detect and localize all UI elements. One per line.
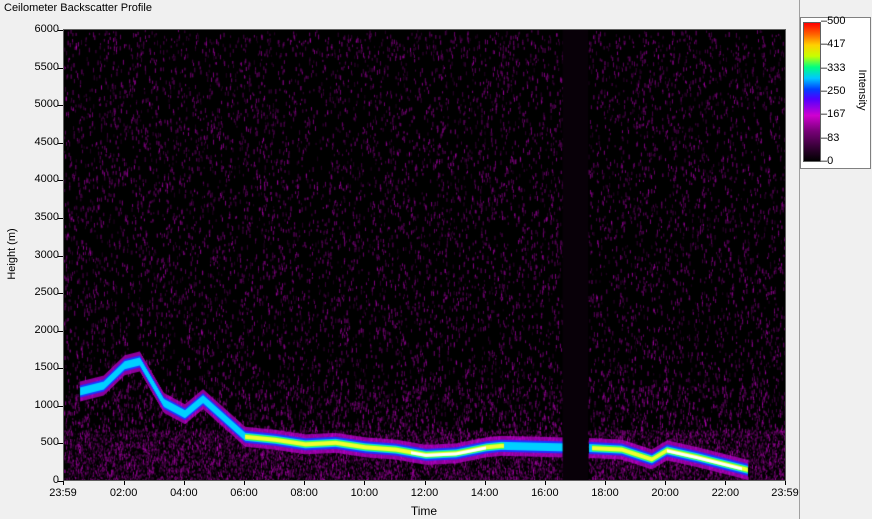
x-tick-label: 23:59 [49,487,77,499]
colorbar-tick-label: –500 [821,15,846,27]
colorbar-tick-label: –250 [821,85,846,97]
y-tick-label: 2000 [34,323,59,336]
x-tick-label: 18:00 [591,487,619,499]
y-tick-label: 3500 [34,210,59,223]
y-tick-label: 6000 [34,23,59,35]
y-tick-mark [58,330,63,332]
y-tick-mark [58,255,63,257]
x-tick-mark [244,481,245,485]
x-tick-mark [785,481,786,485]
y-tick-label: 4500 [34,135,59,148]
colorbar-tick-label: –167 [821,108,846,121]
x-tick-mark [364,481,366,485]
y-tick-label: 2500 [34,286,59,299]
x-tick-label: 06:00 [230,487,258,499]
y-tick-mark [58,142,63,144]
x-tick-mark [183,481,185,485]
x-tick-mark [605,481,606,485]
y-axis-label: Height (m) [6,228,18,280]
colorbar [803,22,821,162]
x-tick-label: 04:00 [170,487,198,499]
y-tick-label: 3000 [34,248,59,261]
x-axis-label: Time [410,504,438,518]
y-tick-mark [58,217,63,219]
y-tick-mark [58,443,63,445]
colorbar-tick-label: –417 [821,38,846,51]
chart-title: Ceilometer Backscatter Profile [4,2,152,14]
colorbar-tick-label: –0 [821,155,834,167]
y-tick-label: 500 [40,436,59,449]
x-tick-mark [63,481,64,485]
x-tick-label: 02:00 [109,487,138,499]
colorbar-tick-label: –333 [821,61,846,74]
colorbar-tick-label: –83 [821,131,840,144]
x-tick-label: 10:00 [350,487,379,499]
x-tick-mark [665,481,667,485]
y-tick-label: 0 [52,474,59,486]
plot-area[interactable] [63,29,786,481]
backscatter-heatmap [64,30,785,480]
y-tick-mark [58,405,63,407]
x-tick-label: 08:00 [290,487,318,499]
x-tick-mark [544,481,546,485]
x-tick-label: 16:00 [531,487,559,499]
x-tick-label: 22:00 [711,487,740,499]
y-tick-mark [58,180,63,182]
y-tick-label: 1500 [34,361,59,374]
x-tick-mark [304,481,306,485]
x-tick-mark [725,481,727,485]
x-tick-label: 12:00 [410,487,439,499]
y-tick-label: 5000 [34,98,59,111]
x-tick-label: 14:00 [470,487,499,499]
y-tick-mark [58,293,63,295]
y-tick-label: 4000 [34,173,59,186]
y-tick-mark [58,105,63,107]
x-tick-mark [424,481,426,485]
y-tick-mark [58,30,63,31]
y-tick-mark [58,67,63,69]
x-tick-mark [484,481,486,485]
x-tick-mark [123,481,125,485]
x-tick-label: 23:59 [771,487,799,499]
y-tick-mark [58,368,63,370]
x-tick-label: 20:00 [651,487,679,499]
colorbar-label: Intensity [856,69,868,111]
y-tick-label: 5500 [34,60,59,73]
y-tick-label: 1000 [34,398,59,411]
